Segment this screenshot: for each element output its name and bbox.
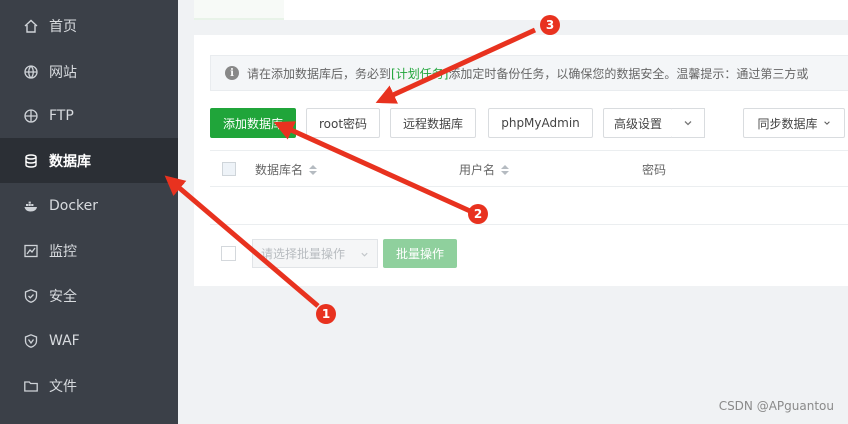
monitor-icon (23, 243, 39, 259)
sidebar-item-label: Docker (49, 197, 99, 214)
sort-icon (501, 164, 510, 175)
sidebar-item-docker[interactable]: Docker (0, 183, 178, 228)
chevron-down-icon (361, 252, 368, 257)
column-label: 用户名 (459, 163, 496, 177)
sidebar-item-website[interactable]: 网站 (0, 49, 178, 94)
globe-icon (23, 64, 39, 80)
remote-database-button[interactable]: 远程数据库 (390, 108, 476, 138)
docker-icon (23, 198, 39, 214)
table-empty-body (210, 187, 848, 225)
sidebar-item-database[interactable]: 数据库 (0, 138, 178, 183)
sidebar-item-monitor[interactable]: 监控 (0, 228, 178, 273)
shield-icon (23, 288, 39, 304)
phpmyadmin-button[interactable]: phpMyAdmin (488, 108, 593, 138)
sync-database-label: 同步数据库 (757, 116, 818, 131)
watermark: CSDN @APguantou (718, 399, 834, 413)
notice-banner: i 请在添加数据库后，务必到 [计划任务] 添加定时备份任务，以确保您的数据安全… (210, 55, 848, 91)
sidebar-item-waf[interactable]: WAF (0, 318, 178, 363)
sidebar-item-security[interactable]: 安全 (0, 273, 178, 318)
sort-icon (309, 164, 318, 175)
sidebar-item-label: 安全 (49, 288, 77, 305)
column-label: 数据库名 (255, 163, 304, 177)
batch-select-placeholder: 请选择批量操作 (261, 247, 346, 261)
sidebar-item-label: WAF (49, 332, 80, 349)
folder-icon (23, 378, 39, 394)
sidebar-item-label: 监控 (49, 243, 77, 260)
annotation-badge-3: 3 (540, 15, 560, 35)
sync-database-button[interactable]: 同步数据库 (743, 108, 845, 138)
notice-prefix: 请在添加数据库后，务必到 (247, 66, 392, 81)
sidebar-item-files[interactable]: 文件 (0, 363, 178, 408)
active-tab[interactable] (194, 0, 284, 20)
advanced-settings-dropdown[interactable] (672, 108, 705, 138)
home-icon (23, 18, 39, 34)
sidebar-item-label: 网站 (49, 64, 77, 81)
chevron-down-icon (823, 121, 830, 125)
chevron-down-icon (684, 121, 692, 126)
add-database-button[interactable]: 添加数据库 (210, 108, 296, 138)
batch-operation-button[interactable]: 批量操作 (383, 239, 457, 268)
table-header: 数据库名 用户名 密码 (210, 150, 848, 187)
cron-task-link[interactable]: [计划任务] (391, 65, 448, 82)
waf-shield-icon (23, 333, 39, 349)
column-username[interactable]: 用户名 (459, 161, 510, 178)
column-password: 密码 (642, 161, 666, 178)
database-icon (23, 153, 39, 169)
sidebar-item-ftp[interactable]: FTP (0, 93, 178, 138)
annotation-badge-2: 2 (468, 204, 488, 224)
column-db-name[interactable]: 数据库名 (255, 161, 318, 178)
sidebar-item-label: 数据库 (49, 153, 91, 170)
advanced-settings-button[interactable]: 高级设置 (603, 108, 673, 138)
sidebar-item-label: FTP (49, 107, 74, 124)
sidebar-item-home[interactable]: 首页 (0, 3, 178, 48)
ftp-globe-icon (23, 108, 39, 124)
batch-select-checkbox[interactable] (221, 246, 236, 261)
database-panel: i 请在添加数据库后，务必到 [计划任务] 添加定时备份任务，以确保您的数据安全… (194, 35, 848, 286)
sidebar: 首页 网站 FTP 数据库 Docker 监控 安全 WAF 文件 (0, 0, 178, 424)
annotation-badge-1: 1 (316, 304, 336, 324)
batch-operation-select[interactable]: 请选择批量操作 (252, 239, 378, 268)
sidebar-item-label: 首页 (49, 18, 77, 35)
notice-suffix: 添加定时备份任务，以确保您的数据安全。温馨提示：通过第三方或 (448, 66, 809, 81)
info-icon: i (225, 66, 239, 80)
column-label: 密码 (642, 163, 667, 177)
select-all-checkbox[interactable] (222, 162, 236, 176)
sidebar-item-label: 文件 (49, 378, 77, 395)
top-tab-bar (194, 0, 848, 20)
root-password-button[interactable]: root密码 (306, 108, 380, 138)
